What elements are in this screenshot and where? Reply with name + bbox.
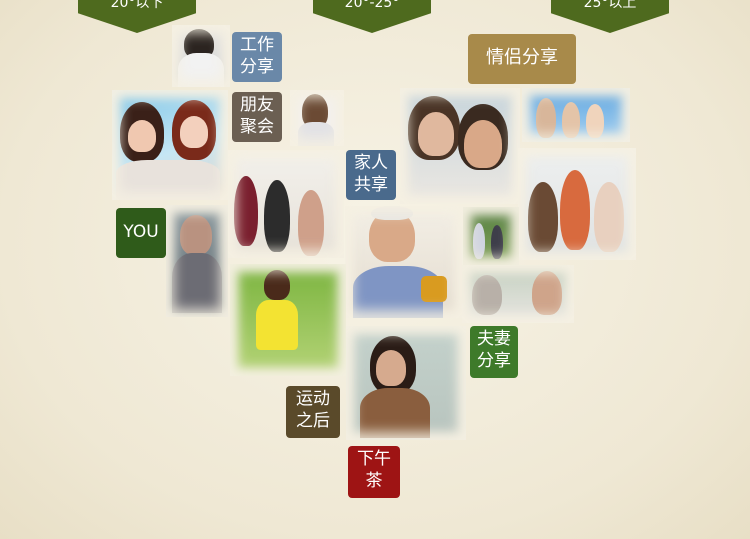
- photo-elderly-couple: [462, 265, 574, 323]
- tag-spouse-share[interactable]: 夫妻 分享: [470, 326, 518, 378]
- tag-line: 聚会: [240, 117, 274, 137]
- photo-old-man-coffee: [345, 206, 463, 318]
- tag-couple-share[interactable]: 情侣分享: [468, 34, 576, 84]
- photo-office-man: [172, 25, 230, 87]
- photo-woman-wine: [346, 326, 466, 440]
- photo-party-toast: [228, 150, 344, 258]
- tag-label: 情侣分享: [486, 47, 558, 68]
- photo-man-blur: [166, 205, 228, 317]
- photo-family-sky: [522, 88, 630, 142]
- tag-line: 家人: [354, 153, 388, 173]
- tag-work-share[interactable]: 工作 分享: [232, 32, 282, 82]
- banner-label: 20°-25°: [344, 0, 400, 11]
- banner-label: 20°以下: [110, 0, 164, 11]
- tag-label: YOU: [123, 222, 159, 242]
- tag-friends-gathering[interactable]: 朋友 聚会: [232, 92, 282, 142]
- tag-line: 分享: [240, 57, 274, 77]
- tag-after-sport[interactable]: 运动 之后: [286, 386, 340, 438]
- tag-family-share[interactable]: 家人 共享: [346, 150, 396, 200]
- tag-line: 工作: [240, 35, 274, 55]
- photo-woman-thinking: [290, 90, 344, 146]
- photo-couple-smiling: [400, 88, 520, 204]
- photo-runner: [230, 264, 346, 376]
- tag-line: 茶: [365, 471, 383, 491]
- tag-line: 朋友: [240, 95, 274, 115]
- banner-label: 25°以上: [583, 0, 637, 11]
- tag-line: 之后: [296, 411, 330, 431]
- photo-friends-laughing: [518, 148, 636, 260]
- tag-afternoon-tea[interactable]: 下午 茶: [348, 446, 400, 498]
- tag-line: 下午: [357, 449, 391, 469]
- tag-line: 分享: [477, 351, 511, 371]
- tag-you[interactable]: YOU: [116, 208, 166, 258]
- photo-hikers: [463, 207, 519, 265]
- tag-line: 夫妻: [477, 329, 511, 349]
- banner-20-25[interactable]: 20°-25°: [313, 0, 431, 33]
- banner-above-25[interactable]: 25°以上: [551, 0, 669, 33]
- tag-line: 运动: [296, 389, 330, 409]
- tag-line: 共享: [354, 175, 388, 195]
- photo-two-girls: [112, 90, 228, 200]
